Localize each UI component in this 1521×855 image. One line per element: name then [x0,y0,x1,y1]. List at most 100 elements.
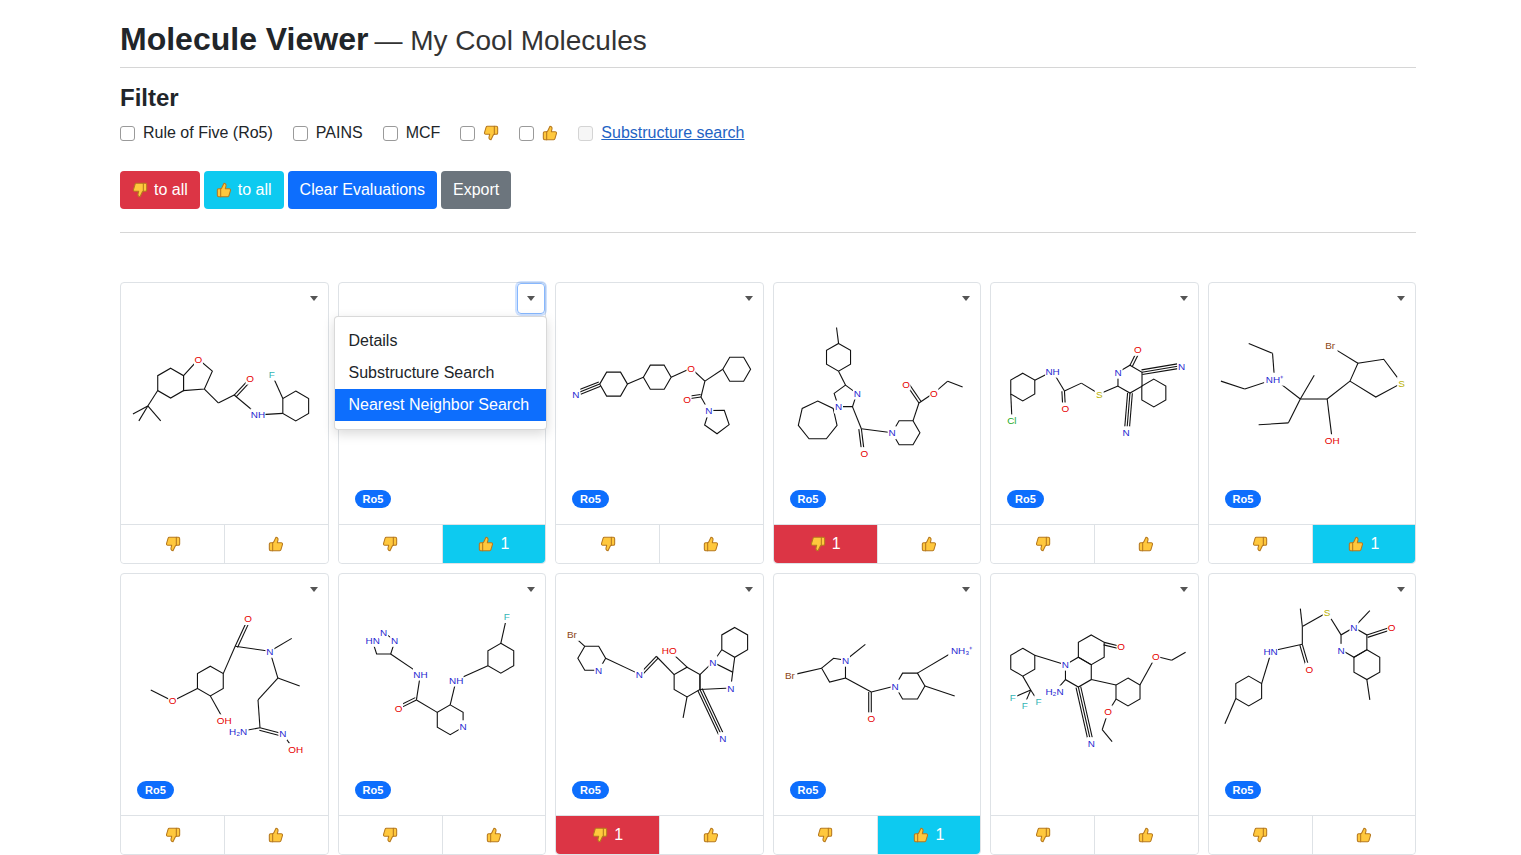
thumbs-up-button[interactable]: 1 [878,816,980,854]
card-menu-toggle[interactable] [952,283,980,314]
thumbs-up-button[interactable] [225,525,327,563]
svg-text:O: O [1104,706,1112,717]
thumbs-up-button[interactable] [878,525,980,563]
thumbs-up-icon [1356,827,1372,843]
thumbs-up-button[interactable] [660,816,762,854]
action-button[interactable]: Clear Evaluations [288,171,437,209]
card-menu-toggle[interactable] [517,574,545,605]
thumbs-up-icon [913,827,929,843]
thumbs-up-button[interactable] [443,816,545,854]
atom-label: NH [1045,365,1060,378]
thumbs-up-button[interactable] [1095,525,1197,563]
thumbs-down-button[interactable] [339,816,442,854]
filter-checkbox[interactable] [120,126,135,141]
thumbs-up-button[interactable] [225,816,327,854]
filter-option[interactable]: MCF [383,121,441,145]
atom-label: N [278,727,287,740]
ro5-badge: Ro5 [137,781,174,799]
filter-option[interactable]: PAINS [293,121,363,145]
filter-checkbox[interactable] [460,126,475,141]
card-menu-toggle[interactable] [735,574,763,605]
molecule-card: NH⁺OHSBrRo51 [1208,282,1417,564]
svg-text:O: O [195,354,203,365]
thumbs-down-icon [1252,827,1268,843]
thumbs-down-button[interactable] [121,816,224,854]
card-menu-toggle[interactable] [1170,283,1198,314]
thumbs-up-button[interactable]: 1 [1313,525,1415,563]
thumbs-down-icon [382,827,398,843]
filter-option[interactable] [460,125,499,141]
filter-checkbox[interactable] [383,126,398,141]
atom-label: S [1095,388,1104,401]
card-menu-item[interactable]: Details [335,325,546,357]
card-menu-item[interactable]: Substructure Search [335,357,546,389]
atom-label: O [859,447,868,460]
thumbs-down-button[interactable] [556,525,659,563]
svg-text:N: N [1350,622,1357,633]
thumbs-down-button[interactable] [121,525,224,563]
thumbs-up-icon [703,827,719,843]
card-menu-toggle[interactable] [517,283,545,314]
svg-text:HN: HN [1263,646,1277,657]
molecule-structure: BrNONNH₃⁺ [774,605,981,777]
atom-label: O [687,362,696,375]
atom-label: O [244,612,253,625]
molecule-grid: OONHFDetailsSubstructure SearchNearest N… [120,282,1416,855]
thumbs-up-button[interactable] [1313,816,1415,854]
card-menu-toggle[interactable] [735,283,763,314]
atom-label: N [635,668,644,681]
thumbs-up-icon [703,536,719,552]
action-button[interactable]: to all [120,171,200,209]
molecule-card: OONHF [120,282,329,564]
atom-label: N [1114,366,1123,379]
thumbs-down-button[interactable] [774,816,877,854]
svg-text:O: O [1134,344,1142,355]
svg-text:O: O [929,388,937,399]
atom-label: N [887,426,896,439]
svg-text:N: N [1337,645,1344,656]
atom-label: OH [288,743,303,756]
thumbs-up-icon [268,536,284,552]
thumbs-down-button[interactable] [1209,525,1312,563]
filter-checkbox[interactable] [578,126,593,141]
filter-option[interactable]: Rule of Five (Ro5) [120,121,273,145]
svg-text:N: N [636,669,643,680]
vote-count: 1 [614,823,623,847]
vote-bar [556,524,763,563]
molecule-structure: FFFH₂NNOOON [991,605,1198,777]
svg-text:N: N [705,405,712,416]
filter-checkbox[interactable] [293,126,308,141]
vote-bar: 1 [774,815,981,854]
card-menu-toggle[interactable] [300,283,328,314]
card-menu: DetailsSubstructure SearchNearest Neighb… [334,316,547,430]
action-button[interactable]: to all [204,171,284,209]
filter-option[interactable] [519,125,558,141]
card-menu-toggle[interactable] [1387,574,1415,605]
card-menu-item[interactable]: Nearest Neighbor Search [335,389,546,421]
caret-icon [310,587,318,592]
card-menu-toggle[interactable] [952,574,980,605]
thumbs-up-button[interactable] [1095,816,1197,854]
atom-label: NH [448,674,463,687]
thumbs-down-button[interactable] [1209,816,1312,854]
thumbs-up-button[interactable] [660,525,762,563]
page-title: Molecule Viewer— My Cool Molecules [120,18,1416,62]
thumbs-down-button[interactable] [339,525,442,563]
filter-option[interactable]: Substructure search [578,121,744,145]
card-menu-toggle[interactable] [1387,283,1415,314]
svg-text:N: N [1088,738,1095,749]
filter-checkbox[interactable] [519,126,534,141]
ro5-badge: Ro5 [1225,490,1262,508]
thumbs-down-button[interactable] [991,525,1094,563]
action-button[interactable]: Export [441,171,511,209]
thumbs-down-icon [1035,827,1051,843]
thumbs-up-button[interactable]: 1 [443,525,545,563]
thumbs-down-button[interactable] [991,816,1094,854]
svg-text:NH⁺: NH⁺ [1265,374,1282,385]
thumbs-down-icon [382,536,398,552]
thumbs-down-button[interactable]: 1 [774,525,877,563]
card-menu-toggle[interactable] [300,574,328,605]
svg-text:OH: OH [217,715,232,726]
thumbs-down-button[interactable]: 1 [556,816,659,854]
card-menu-toggle[interactable] [1170,574,1198,605]
